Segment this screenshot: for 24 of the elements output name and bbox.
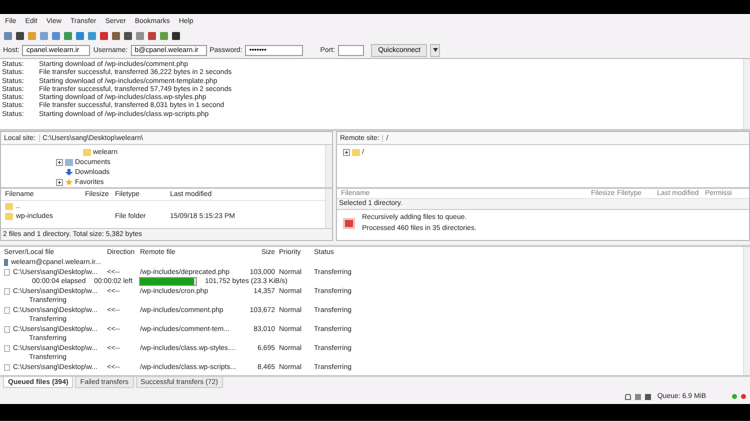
file-icon [4,344,10,352]
file-icon [4,288,10,295]
activity-light [732,394,737,399]
file-icon [4,268,10,276]
scrollbar[interactable] [743,59,750,129]
favorites-icon [65,178,73,186]
scrollbar[interactable] [325,189,332,228]
folder-icon [83,148,91,156]
file-icon [4,326,10,333]
folder-icon [352,148,360,156]
file-icon [4,306,10,314]
scrollbar[interactable] [325,145,332,187]
documents-icon [65,158,73,166]
file-icon [4,364,10,371]
activity-light [741,394,746,399]
scrollbar[interactable] [743,247,750,375]
stop-icon[interactable] [343,218,355,228]
expand-icon[interactable] [56,158,63,166]
downloads-icon [65,168,73,176]
caret-icon [432,48,438,52]
expand-icon[interactable] [56,178,63,186]
port-field[interactable] [338,44,364,56]
expand-icon[interactable] [343,148,350,156]
quickconnect-dropdown[interactable] [430,44,440,56]
